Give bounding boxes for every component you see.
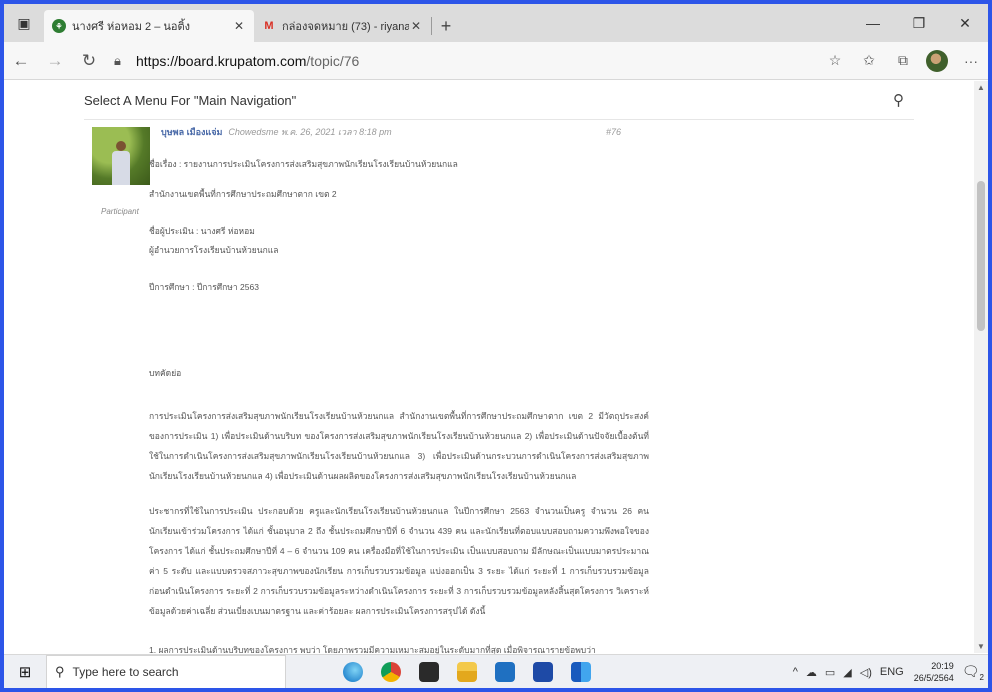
file-explorer-icon[interactable] (452, 657, 482, 687)
post-date: Chowedsme พ.ค. 26, 2021 เวลา 8:18 pm (228, 127, 392, 137)
address-bar[interactable]: 🔒︎ https://board.krupatom.com/topic/76 (106, 46, 818, 76)
close-window-icon[interactable]: ✕ (942, 4, 988, 42)
tab-active[interactable]: ⚘ นางศรี ห่อหอม 2 – นอติ้ง ✕ (44, 10, 254, 42)
tab-close-icon[interactable]: ✕ (232, 19, 246, 33)
restore-icon[interactable]: ❐ (896, 4, 942, 42)
input-language[interactable]: ENG (880, 666, 904, 678)
system-tray: ^ ☁ ▭ ◢ ◁) ENG 20:19 26/5/2564 🗨︎2 (789, 655, 984, 688)
scroll-down-icon[interactable]: ▼ (977, 642, 985, 651)
notification-count: 2 (979, 672, 984, 682)
author-avatar[interactable] (92, 127, 150, 185)
notification-center-icon[interactable]: 🗨︎2 (962, 663, 984, 682)
scrollbar-thumb[interactable] (977, 181, 985, 331)
new-tab-button[interactable]: + (432, 10, 460, 42)
post-paragraph-method: ประชากรที่ใช้ในการประเมิน ประกอบด้วย ครู… (149, 506, 649, 616)
gmail-icon: M (264, 20, 274, 32)
windows-start-icon[interactable]: ⊞ (4, 655, 46, 689)
post-subject-line: ชื่อเรื่อง : รายงานการประเมินโครงการส่งเ… (149, 159, 458, 169)
pinned-apps (334, 657, 600, 687)
word-app-icon[interactable] (566, 657, 596, 687)
wifi-icon[interactable]: ◢ (843, 666, 851, 679)
volume-icon[interactable]: ◁) (860, 666, 872, 679)
show-hidden-icons[interactable]: ^ (793, 666, 798, 678)
tab-close-icon[interactable]: ✕ (409, 19, 423, 33)
post-paragraph-objectives: การประเมินโครงการส่งเสริมสุขภาพนักเรียนโ… (149, 411, 649, 481)
profile-avatar[interactable] (920, 44, 954, 78)
back-icon[interactable]: ← (4, 44, 38, 78)
menu-select-label[interactable]: Select A Menu For "Main Navigation" (84, 93, 296, 108)
mail-app-icon[interactable] (490, 657, 520, 687)
store-app-icon[interactable] (414, 657, 444, 687)
search-icon[interactable]: ⚲ (893, 91, 904, 109)
author-role: Participant (101, 207, 139, 216)
post-director-line: ผู้อำนวยการโรงเรียนบ้านห้วยนกแล (149, 245, 279, 255)
refresh-icon[interactable]: ↻ (72, 44, 106, 78)
post-year-line: ปีการศึกษา : ปีการศึกษา 2563 (149, 282, 259, 292)
vertical-scrollbar[interactable]: ▲ ▼ (974, 81, 988, 653)
battery-icon[interactable]: ▭ (825, 666, 835, 679)
more-options-icon[interactable]: ··· (954, 44, 988, 78)
read-aloud-icon[interactable]: ☆ (818, 44, 852, 78)
lock-icon[interactable]: 🔒︎ (114, 53, 136, 69)
clock-time: 20:19 (931, 661, 954, 671)
forward-icon[interactable]: → (38, 44, 72, 78)
minimize-icon[interactable]: — (850, 4, 896, 42)
site-favicon-icon: ⚘ (52, 19, 66, 33)
collections-icon[interactable]: ⧉ (886, 44, 920, 78)
url-host: https://board.krupatom.com (136, 52, 307, 69)
tab-title: กล่องจดหมาย (73) - riyana2528@ (282, 21, 409, 33)
scroll-up-icon[interactable]: ▲ (977, 83, 985, 92)
photos-app-icon[interactable] (528, 657, 558, 687)
post-header: บุษพล เมืองแจ่ม Chowedsme พ.ค. 26, 2021 … (161, 125, 621, 139)
search-placeholder: Type here to search (72, 664, 179, 679)
post-abstract-heading: บทคัดย่อ (149, 368, 182, 378)
main-navigation: Select A Menu For "Main Navigation" ⚲ (84, 81, 904, 119)
clock[interactable]: 20:19 26/5/2564 (914, 660, 954, 684)
navigation-bar: ← → ↻ 🔒︎ https://board.krupatom.com/topi… (4, 42, 988, 80)
author-name-link[interactable]: บุษพล เมืองแจ่ม (161, 125, 222, 139)
post-evaluator-line: ชื่อผู้ประเมิน : นางศรี ห่อหอม (149, 226, 255, 236)
edge-app-icon[interactable] (338, 657, 368, 687)
post-office-line: สำนักงานเขตพื้นที่การศึกษาประถมศึกษาตาก … (149, 189, 337, 199)
page-content: Select A Menu For "Main Navigation" ⚲ Pa… (4, 81, 988, 655)
tab-actions-icon[interactable]: ▣ (4, 4, 44, 42)
onedrive-icon[interactable]: ☁ (806, 666, 817, 679)
favorites-icon[interactable]: ✩ (852, 44, 886, 78)
window-controls: — ❐ ✕ (850, 4, 988, 42)
windows-taskbar: ⊞ ⚲ Type here to search ^ ☁ ▭ ◢ ◁) ENG 2… (4, 654, 988, 688)
url-path: /topic/76 (306, 52, 360, 69)
clock-date: 26/5/2564 (913, 673, 954, 683)
chrome-app-icon[interactable] (376, 657, 406, 687)
taskbar-search-input[interactable]: ⚲ Type here to search (46, 654, 286, 688)
divider (84, 119, 914, 120)
tab-bar: ▣ ⚘ นางศรี ห่อหอม 2 – นอติ้ง ✕ M กล่องจด… (4, 4, 988, 42)
browser-window: ▣ ⚘ นางศรี ห่อหอม 2 – นอติ้ง ✕ M กล่องจด… (4, 4, 988, 688)
tab-gmail[interactable]: M กล่องจดหมาย (73) - riyana2528@ ✕ (254, 17, 432, 35)
search-icon: ⚲ (55, 663, 65, 679)
post-number-link[interactable]: #76 (606, 127, 621, 137)
tab-title: นางศรี ห่อหอม 2 – นอติ้ง (72, 21, 191, 33)
